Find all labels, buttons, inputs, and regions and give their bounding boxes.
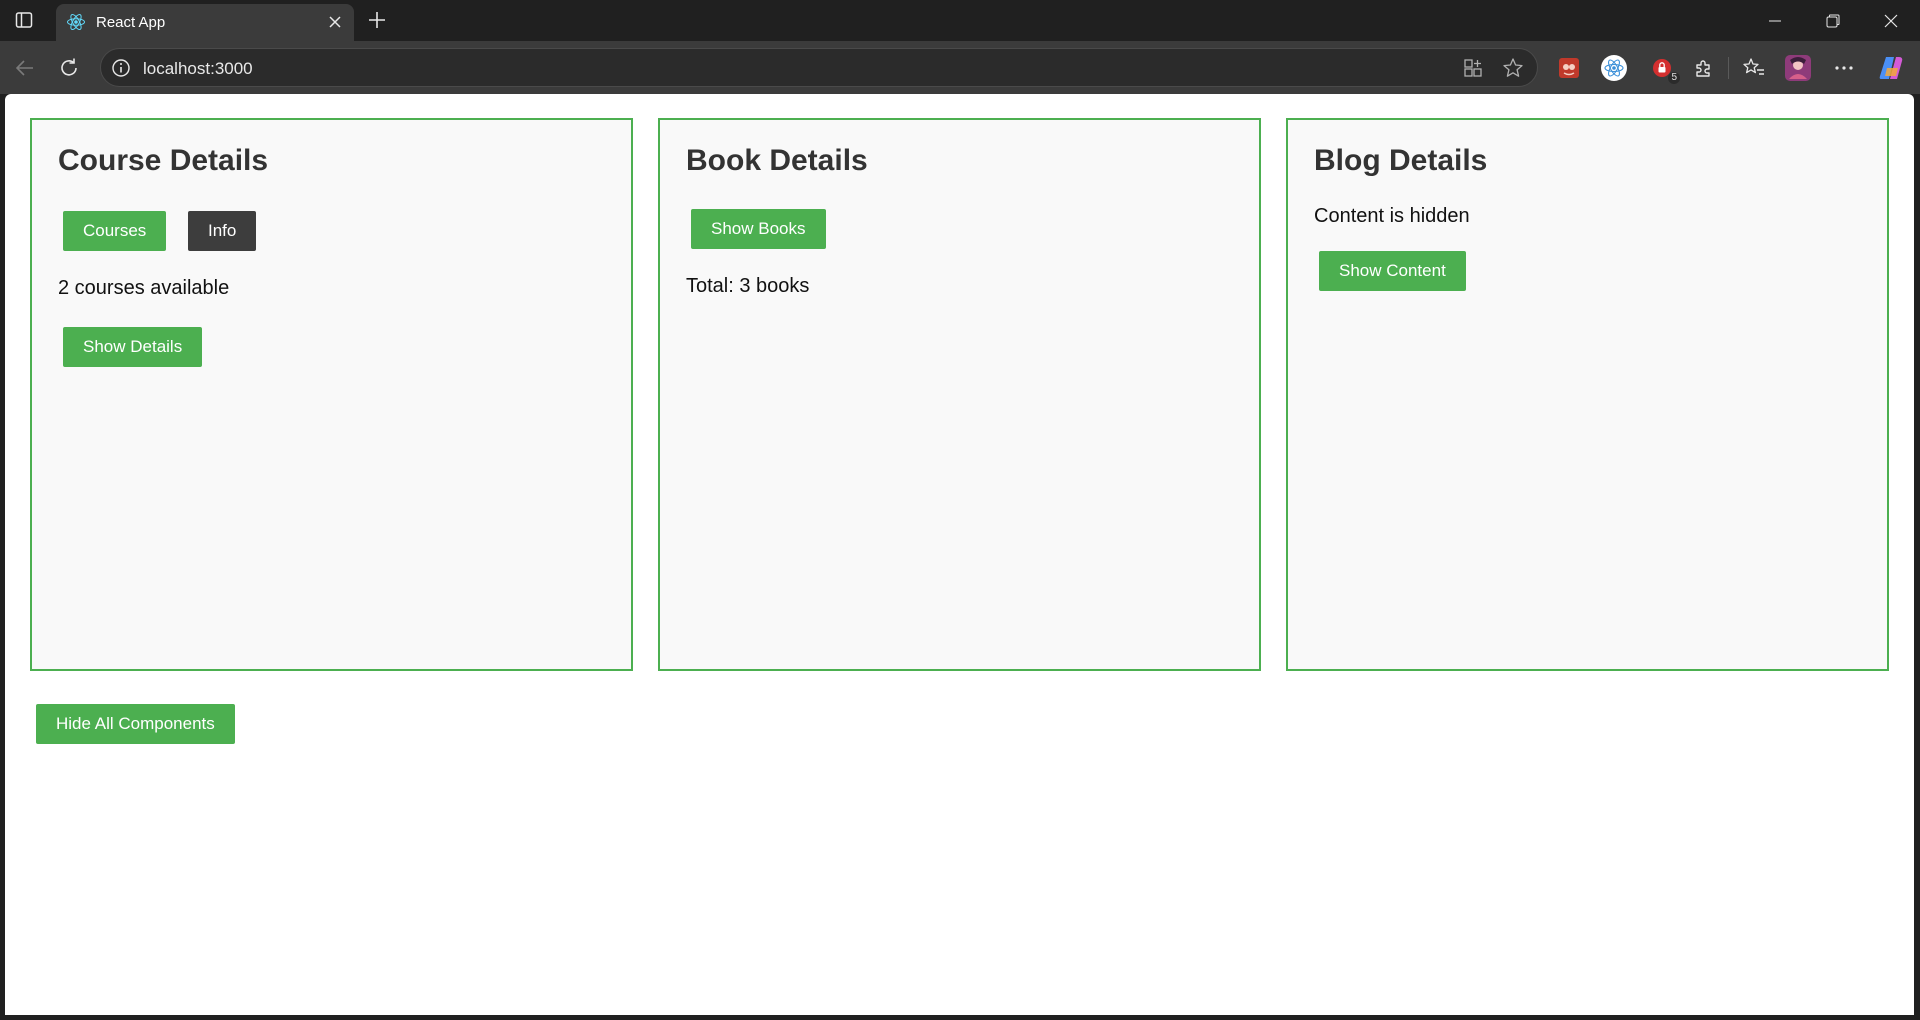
show-details-button[interactable]: Show Details bbox=[63, 327, 203, 367]
react-favicon-icon bbox=[66, 12, 86, 32]
browser-titlebar: React App bbox=[0, 0, 1920, 41]
close-window-icon[interactable] bbox=[1862, 0, 1920, 41]
courses-count-text: 2 courses available bbox=[58, 277, 230, 299]
new-tab-icon[interactable] bbox=[362, 6, 392, 34]
copilot-icon[interactable] bbox=[1877, 54, 1905, 82]
blog-details-title: Blog Details bbox=[1314, 144, 1488, 177]
show-books-button[interactable]: Show Books bbox=[691, 209, 826, 249]
site-info-icon[interactable] bbox=[111, 58, 131, 78]
page-viewport: Course Details Courses Info 2 courses av… bbox=[5, 94, 1914, 1015]
extension-red-icon[interactable] bbox=[1555, 54, 1583, 82]
course-details-title: Course Details bbox=[58, 144, 269, 177]
tab-title: React App bbox=[96, 14, 166, 31]
react-devtools-icon[interactable] bbox=[1600, 54, 1628, 82]
courses-button[interactable]: Courses bbox=[63, 211, 167, 251]
blog-details-card: Blog Details Content is hidden Show Cont… bbox=[1286, 118, 1889, 671]
browser-tab[interactable]: React App bbox=[56, 4, 354, 41]
app-available-icon[interactable] bbox=[1461, 56, 1485, 80]
show-content-button[interactable]: Show Content bbox=[1319, 251, 1466, 291]
profile-avatar[interactable] bbox=[1784, 54, 1812, 82]
favorite-star-icon[interactable] bbox=[1501, 56, 1525, 80]
toolbar-divider bbox=[1728, 57, 1729, 79]
extensions-puzzle-icon[interactable] bbox=[1690, 54, 1718, 82]
books-total-text: Total: 3 books bbox=[686, 275, 810, 297]
course-details-card: Course Details Courses Info 2 courses av… bbox=[30, 118, 633, 671]
sidebar-toggle-icon[interactable] bbox=[8, 6, 40, 34]
back-arrow-icon[interactable] bbox=[8, 51, 42, 85]
url-text[interactable]: localhost:3000 bbox=[143, 59, 253, 79]
info-button[interactable]: Info bbox=[188, 211, 257, 251]
reload-icon[interactable] bbox=[52, 51, 86, 85]
book-details-card: Book Details Show Books Total: 3 books bbox=[658, 118, 1261, 671]
hide-all-components-button[interactable]: Hide All Components bbox=[36, 704, 235, 744]
more-options-icon[interactable] bbox=[1830, 54, 1858, 82]
restore-icon[interactable] bbox=[1804, 0, 1862, 41]
book-details-title: Book Details bbox=[686, 144, 868, 177]
favorites-icon[interactable] bbox=[1740, 54, 1768, 82]
minimize-icon[interactable] bbox=[1746, 0, 1804, 41]
blog-status-text: Content is hidden bbox=[1314, 205, 1470, 227]
tab-close-icon[interactable] bbox=[324, 11, 346, 33]
browser-toolbar: localhost:3000 5 bbox=[0, 41, 1920, 94]
address-bar[interactable]: localhost:3000 bbox=[100, 48, 1538, 87]
password-manager-icon[interactable]: 5 bbox=[1648, 54, 1680, 84]
extension-badge: 5 bbox=[1668, 72, 1680, 84]
